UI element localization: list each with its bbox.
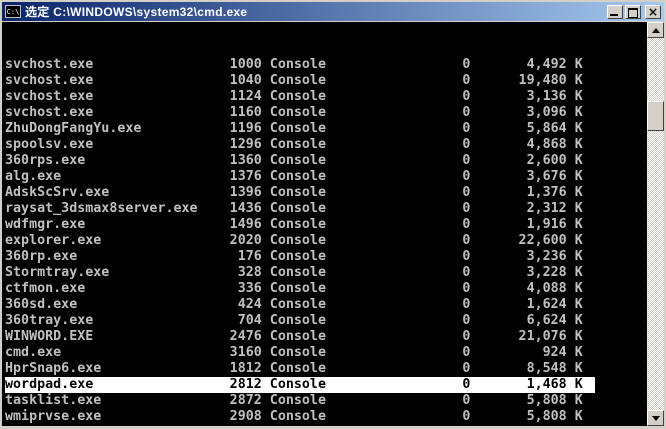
close-icon: × [646,5,660,19]
process-row: 360sd.exe 424 Console 0 1,624 K [5,297,647,313]
scrollbar-thumb[interactable] [647,101,664,131]
process-row: spoolsv.exe 1296 Console 0 4,868 K [5,137,647,153]
process-row: raysat_3dsmax8server.exe 1436 Console 0 … [5,201,647,217]
window-title: 选定 C:\WINDOWS\system32\cmd.exe [25,3,603,20]
minimize-icon [610,14,618,16]
process-row: svchost.exe 1000 Console 0 4,492 K [5,57,647,73]
process-row: cmd.exe 3160 Console 0 924 K [5,345,647,361]
console-output[interactable]: svchost.exe 1000 Console 0 4,492 Ksvchos… [2,22,647,426]
scroll-down-icon [652,416,660,421]
scrollbar-track[interactable] [647,22,664,426]
process-row: svchost.exe 1124 Console 0 3,136 K [5,89,647,105]
window-controls: × [607,5,661,19]
minimize-button[interactable] [607,5,623,19]
process-row: svchost.exe 1160 Console 0 3,096 K [5,105,647,121]
console-area: svchost.exe 1000 Console 0 4,492 Ksvchos… [2,22,664,426]
process-row-selected: wordpad.exe 2812 Console 0 1,468 K [5,377,595,393]
process-row: Stormtray.exe 328 Console 0 3,228 K [5,265,647,281]
title-bar[interactable]: C:\ 选定 C:\WINDOWS\system32\cmd.exe × [2,2,664,21]
maximize-button[interactable] [625,5,641,19]
close-button[interactable]: × [645,5,661,19]
scroll-down-button[interactable] [647,410,664,426]
process-list: svchost.exe 1000 Console 0 4,492 Ksvchos… [5,57,647,425]
cmd-window: C:\ 选定 C:\WINDOWS\system32\cmd.exe × svc… [0,0,666,429]
process-row: wmiprvse.exe 2908 Console 0 5,808 K [5,409,647,425]
process-row: wdfmgr.exe 1496 Console 0 1,916 K [5,217,647,233]
process-row: ZhuDongFangYu.exe 1196 Console 0 5,864 K [5,121,647,137]
process-row: explorer.exe 2020 Console 0 22,600 K [5,233,647,249]
process-row: 360rps.exe 1360 Console 0 2,600 K [5,153,647,169]
process-row: ctfmon.exe 336 Console 0 4,088 K [5,281,647,297]
scroll-up-button[interactable] [647,22,664,38]
process-row: alg.exe 1376 Console 0 3,676 K [5,169,647,185]
process-row: AdskScSrv.exe 1396 Console 0 1,376 K [5,185,647,201]
process-row: tasklist.exe 2872 Console 0 5,808 K [5,393,647,409]
scroll-up-icon [652,28,660,33]
process-row: WINWORD.EXE 2476 Console 0 21,076 K [5,329,647,345]
process-row: svchost.exe 1040 Console 0 19,480 K [5,73,647,89]
cmd-icon[interactable]: C:\ [5,5,21,18]
maximize-icon [628,8,638,18]
process-row: HprSnap6.exe 1812 Console 0 8,548 K [5,361,647,377]
process-row: 360rp.exe 176 Console 0 3,236 K [5,249,647,265]
process-row: 360tray.exe 704 Console 0 6,624 K [5,313,647,329]
